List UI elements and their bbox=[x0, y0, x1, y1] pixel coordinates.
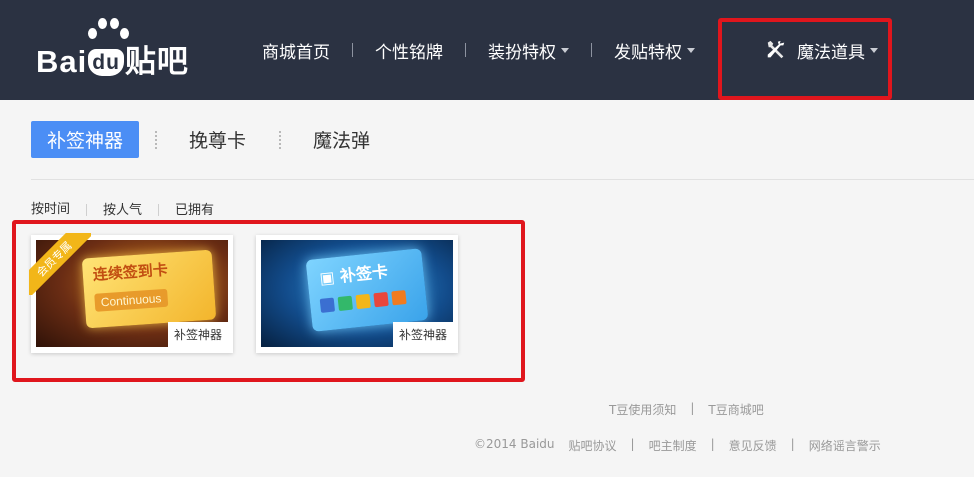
nav-item-label: 发贴特权 bbox=[614, 42, 682, 63]
footer-separator: | bbox=[630, 437, 635, 451]
sort-by-time[interactable]: 按时间 bbox=[31, 198, 71, 222]
footer-link-rumor-warning[interactable]: 网络谣言警示 bbox=[809, 437, 881, 454]
tab-separator bbox=[155, 130, 158, 149]
footer-separator: | bbox=[690, 401, 695, 415]
footer-separator: | bbox=[710, 437, 715, 451]
nav-item-nameplate[interactable]: 个性铭牌 bbox=[353, 30, 465, 70]
tab-magic-bomb[interactable]: 魔法弹 bbox=[313, 126, 370, 153]
logo-text: Bai du 贴吧 bbox=[36, 44, 189, 79]
footer-link-agreement[interactable]: 贴吧协议 bbox=[569, 437, 617, 454]
footer-links-bottom: ©2014 Baidu 贴吧协议 | 吧主制度 | 意见反馈 | 网络谣言警示 bbox=[474, 437, 881, 454]
nav-item-label: 个性铭牌 bbox=[375, 42, 443, 63]
footer-separator: | bbox=[790, 437, 795, 451]
footer-link-tdou-mall-bar[interactable]: T豆商城吧 bbox=[708, 401, 763, 418]
highlight-box-products bbox=[12, 220, 525, 382]
caret-down-icon bbox=[561, 47, 569, 53]
footer-link-feedback[interactable]: 意见反馈 bbox=[729, 437, 777, 454]
nav-item-label: 商城首页 bbox=[262, 42, 330, 63]
sort-separator bbox=[158, 204, 160, 216]
footer-link-moderator-rules[interactable]: 吧主制度 bbox=[649, 437, 697, 454]
sort-tabs: 按时间 按人气 已拥有 bbox=[31, 198, 214, 222]
footer-links-top: T豆使用须知 | T豆商城吧 bbox=[609, 401, 764, 418]
sort-by-popularity[interactable]: 按人气 bbox=[103, 199, 142, 221]
nav-item-label: 装扮特权 bbox=[488, 42, 556, 63]
section-divider bbox=[31, 179, 974, 180]
footer-link-tdou-guide[interactable]: T豆使用须知 bbox=[609, 401, 676, 418]
nav-item-mall-home[interactable]: 商城首页 bbox=[240, 30, 352, 70]
tab-separator bbox=[279, 130, 282, 149]
caret-down-icon bbox=[687, 47, 695, 53]
tab-resign-tool[interactable]: 补签神器 bbox=[31, 121, 140, 158]
nav-item-posting-privileges[interactable]: 发贴特权 bbox=[592, 30, 717, 70]
tab-support-card[interactable]: 挽尊卡 bbox=[189, 126, 246, 153]
footer-copyright: ©2014 Baidu bbox=[474, 437, 555, 451]
nav-item-dressup-privileges[interactable]: 装扮特权 bbox=[466, 30, 591, 70]
sort-separator bbox=[86, 204, 88, 216]
category-tabs: 补签神器 挽尊卡 魔法弹 bbox=[31, 121, 370, 158]
sort-owned[interactable]: 已拥有 bbox=[175, 199, 214, 221]
highlight-box-nav bbox=[718, 18, 892, 100]
